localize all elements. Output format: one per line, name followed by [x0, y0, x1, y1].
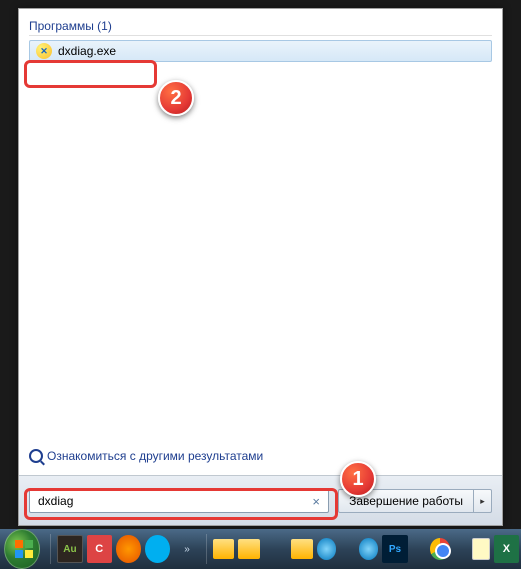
taskbar-icon-browser-2[interactable]	[359, 538, 379, 560]
taskbar-icon-explorer[interactable]	[213, 539, 235, 559]
search-icon	[29, 449, 43, 463]
section-header-programs: Программы (1)	[29, 19, 492, 33]
dxdiag-icon	[36, 43, 52, 59]
taskbar-icon-excel[interactable]: X	[494, 535, 519, 563]
start-menu-panel: Программы (1) dxdiag.exe Ознакомиться с …	[18, 8, 503, 526]
result-item-label: dxdiag.exe	[58, 44, 116, 58]
taskbar-icon-audition[interactable]: Au	[57, 535, 82, 563]
clear-search-icon[interactable]: ×	[308, 494, 324, 509]
taskbar-icon-ccleaner[interactable]: C	[87, 535, 112, 563]
more-results-label: Ознакомиться с другими результатами	[47, 449, 263, 463]
search-results-area: Программы (1) dxdiag.exe	[19, 9, 502, 427]
shutdown-menu-arrow[interactable]: ▸	[474, 489, 492, 513]
taskbar-icon-skype[interactable]	[145, 535, 170, 563]
taskbar-icon-explorer-2[interactable]	[238, 539, 260, 559]
taskbar-icon-folder[interactable]	[291, 539, 313, 559]
shutdown-label: Завершение работы	[349, 494, 463, 508]
start-button[interactable]	[4, 529, 40, 569]
taskbar-icon-firefox[interactable]	[116, 535, 141, 563]
result-item-dxdiag[interactable]: dxdiag.exe	[29, 40, 492, 62]
annotation-callout-2: 2	[158, 80, 194, 116]
divider	[29, 35, 492, 36]
taskbar: Au C » Ps X	[0, 529, 521, 569]
taskbar-separator	[50, 534, 51, 564]
taskbar-overflow-chevron[interactable]: »	[174, 535, 199, 563]
taskbar-icon-browser[interactable]	[317, 538, 337, 560]
search-box[interactable]: ×	[29, 489, 329, 513]
taskbar-icon-notepad[interactable]	[472, 538, 490, 560]
taskbar-icon-chrome[interactable]	[430, 538, 450, 560]
start-menu-bottom-bar: × Завершение работы ▸	[19, 475, 502, 525]
annotation-callout-1: 1	[340, 461, 376, 497]
taskbar-separator	[206, 534, 207, 564]
search-input[interactable]	[34, 494, 308, 508]
taskbar-icon-photoshop[interactable]: Ps	[382, 535, 407, 563]
more-results-link[interactable]: Ознакомиться с другими результатами	[29, 449, 263, 463]
